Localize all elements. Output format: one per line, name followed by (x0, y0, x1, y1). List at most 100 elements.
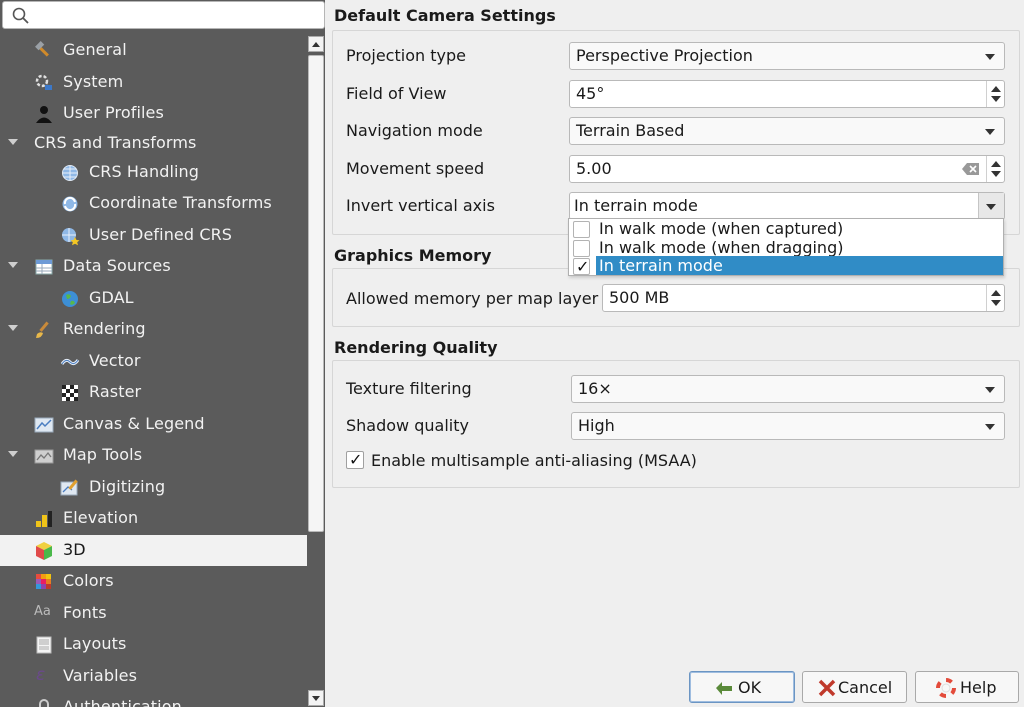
options-tree: General System User Profiles CRS and Tra… (0, 35, 307, 707)
option-checkbox[interactable] (573, 240, 590, 257)
option-checkbox[interactable] (573, 221, 590, 238)
sidebar-item-system[interactable]: System (0, 67, 307, 98)
allowed-memory-value: 500 MB (609, 288, 670, 307)
clear-icon[interactable] (962, 162, 980, 176)
option-checkbox[interactable]: ✓ (573, 257, 590, 276)
sidebar-item-canvas-legend[interactable]: Canvas & Legend (0, 409, 307, 440)
sidebar-item-label: User Defined CRS (89, 225, 233, 244)
sidebar-item-crs-handling[interactable]: CRS Handling (0, 157, 307, 188)
ok-button[interactable]: OK (689, 671, 795, 703)
chevron-down-icon (985, 54, 995, 60)
expand-arrow-icon[interactable] (8, 325, 18, 331)
shadow-label: Shadow quality (346, 416, 469, 435)
sidebar-item-label: System (63, 72, 124, 91)
sidebar-item-raster[interactable]: Raster (0, 377, 307, 408)
sidebar-item-label: Coordinate Transforms (89, 193, 272, 212)
map-canvas-icon (34, 417, 54, 433)
sidebar-item-variables[interactable]: ε Variables (0, 661, 307, 692)
sidebar-item-fonts[interactable]: Aa Fonts (0, 598, 307, 629)
chevron-down-icon (985, 424, 995, 430)
globe-icon (62, 165, 78, 181)
checkmark-icon: ✓ (576, 257, 590, 276)
memory-stepper[interactable] (986, 285, 1004, 311)
sidebar-item-label: GDAL (89, 288, 134, 307)
sidebar-item-label: Elevation (63, 508, 139, 527)
speed-spinbox[interactable]: 5.00 (569, 155, 1005, 183)
sidebar-item-data-sources[interactable]: Data Sources (0, 251, 307, 282)
sidebar-item-vector[interactable]: Vector (0, 346, 307, 377)
sidebar-item-layouts[interactable]: Layouts (0, 629, 307, 660)
invert-axis-label: Invert vertical axis (346, 196, 495, 215)
dropdown-option-selected[interactable]: ✓ In terrain mode (569, 256, 1003, 276)
sidebar-item-general[interactable]: General (0, 35, 307, 66)
speed-label: Movement speed (346, 159, 485, 178)
expand-arrow-icon[interactable] (8, 262, 18, 268)
sidebar-item-label: 3D (63, 540, 86, 559)
texture-label: Texture filtering (346, 379, 472, 398)
expand-arrow-icon[interactable] (8, 139, 18, 145)
sidebar-item-label: CRS Handling (89, 162, 200, 181)
sidebar-item-label: Vector (89, 351, 141, 370)
help-button[interactable]: Help (915, 671, 1019, 703)
memory-groupbox: Allowed memory per map layer 500 MB (332, 268, 1020, 327)
sidebar-item-label: Rendering (63, 319, 146, 338)
scroll-down-button[interactable] (308, 690, 324, 706)
sidebar-item-label: Layouts (63, 634, 127, 653)
settings-panel: Default Camera Settings Projection type … (325, 0, 1024, 707)
sidebar-item-map-tools[interactable]: Map Tools (0, 440, 307, 471)
sidebar-item-label: Variables (63, 666, 138, 685)
msaa-checkbox[interactable]: ✓ (346, 450, 364, 469)
sidebar-item-3d[interactable]: 3D (0, 535, 307, 566)
cancel-button[interactable]: Cancel (802, 671, 907, 703)
projection-combo[interactable]: Perspective Projection (569, 42, 1005, 70)
variables-icon: ε (36, 665, 46, 685)
lock-icon (39, 699, 49, 707)
allowed-memory-spinbox[interactable]: 500 MB (602, 284, 1005, 312)
invert-axis-dropdown: In walk mode (when captured) In walk mod… (568, 218, 1004, 276)
sidebar-item-user-defined-crs[interactable]: User Defined CRS (0, 220, 307, 251)
system-gear-icon (35, 74, 52, 90)
sidebar-item-elevation[interactable]: Elevation (0, 503, 307, 534)
search-box[interactable] (2, 1, 325, 29)
sidebar-item-user-profiles[interactable]: User Profiles (0, 98, 307, 129)
options-sidebar: General System User Profiles CRS and Tra… (0, 0, 325, 707)
sidebar-item-label: CRS and Transforms (34, 133, 197, 152)
dropdown-option[interactable]: In walk mode (when captured) (569, 219, 1003, 239)
fov-stepper[interactable] (986, 81, 1004, 107)
expand-arrow-icon[interactable] (8, 451, 18, 457)
vector-icon (60, 358, 80, 366)
scroll-up-button[interactable] (308, 36, 324, 52)
color-palette-icon (36, 574, 51, 589)
sidebar-item-digitizing[interactable]: Digitizing (0, 472, 307, 503)
elevation-icon (36, 511, 52, 527)
sidebar-item-crs-and-transforms[interactable]: CRS and Transforms (0, 128, 307, 159)
sidebar-item-label: User Profiles (63, 103, 164, 122)
chevron-down-icon (986, 204, 996, 210)
invert-axis-combo[interactable]: In terrain mode (569, 192, 1005, 220)
sidebar-item-gdal[interactable]: GDAL (0, 283, 307, 314)
search-input[interactable] (35, 5, 315, 25)
cancel-x-icon (818, 679, 836, 697)
raster-icon (62, 385, 78, 401)
quality-groupbox: Texture filtering 16× Shadow quality Hig… (332, 360, 1020, 488)
shadow-combo[interactable]: High (571, 412, 1005, 440)
invert-axis-value: In terrain mode (574, 196, 698, 215)
sidebar-item-authentication[interactable]: Authentication (0, 692, 307, 707)
projection-value: Perspective Projection (576, 46, 753, 65)
layout-icon (36, 636, 52, 654)
fov-label: Field of View (346, 84, 447, 103)
sidebar-scrollbar[interactable] (307, 35, 325, 707)
fov-spinbox[interactable]: 45° (569, 80, 1005, 108)
sidebar-item-colors[interactable]: Colors (0, 566, 307, 597)
sidebar-item-label: Data Sources (63, 256, 171, 275)
globe-star-icon (62, 228, 80, 246)
sidebar-item-rendering[interactable]: Rendering (0, 314, 307, 345)
texture-combo[interactable]: 16× (571, 375, 1005, 403)
sidebar-item-label: Authentication (63, 697, 182, 707)
memory-section-title: Graphics Memory (334, 246, 492, 265)
scroll-thumb[interactable] (308, 55, 324, 532)
navigation-combo[interactable]: Terrain Based (569, 117, 1005, 145)
sidebar-item-coordinate-transforms[interactable]: Coordinate Transforms (0, 188, 307, 219)
check-ok-icon (716, 682, 732, 695)
speed-stepper[interactable] (986, 156, 1004, 182)
